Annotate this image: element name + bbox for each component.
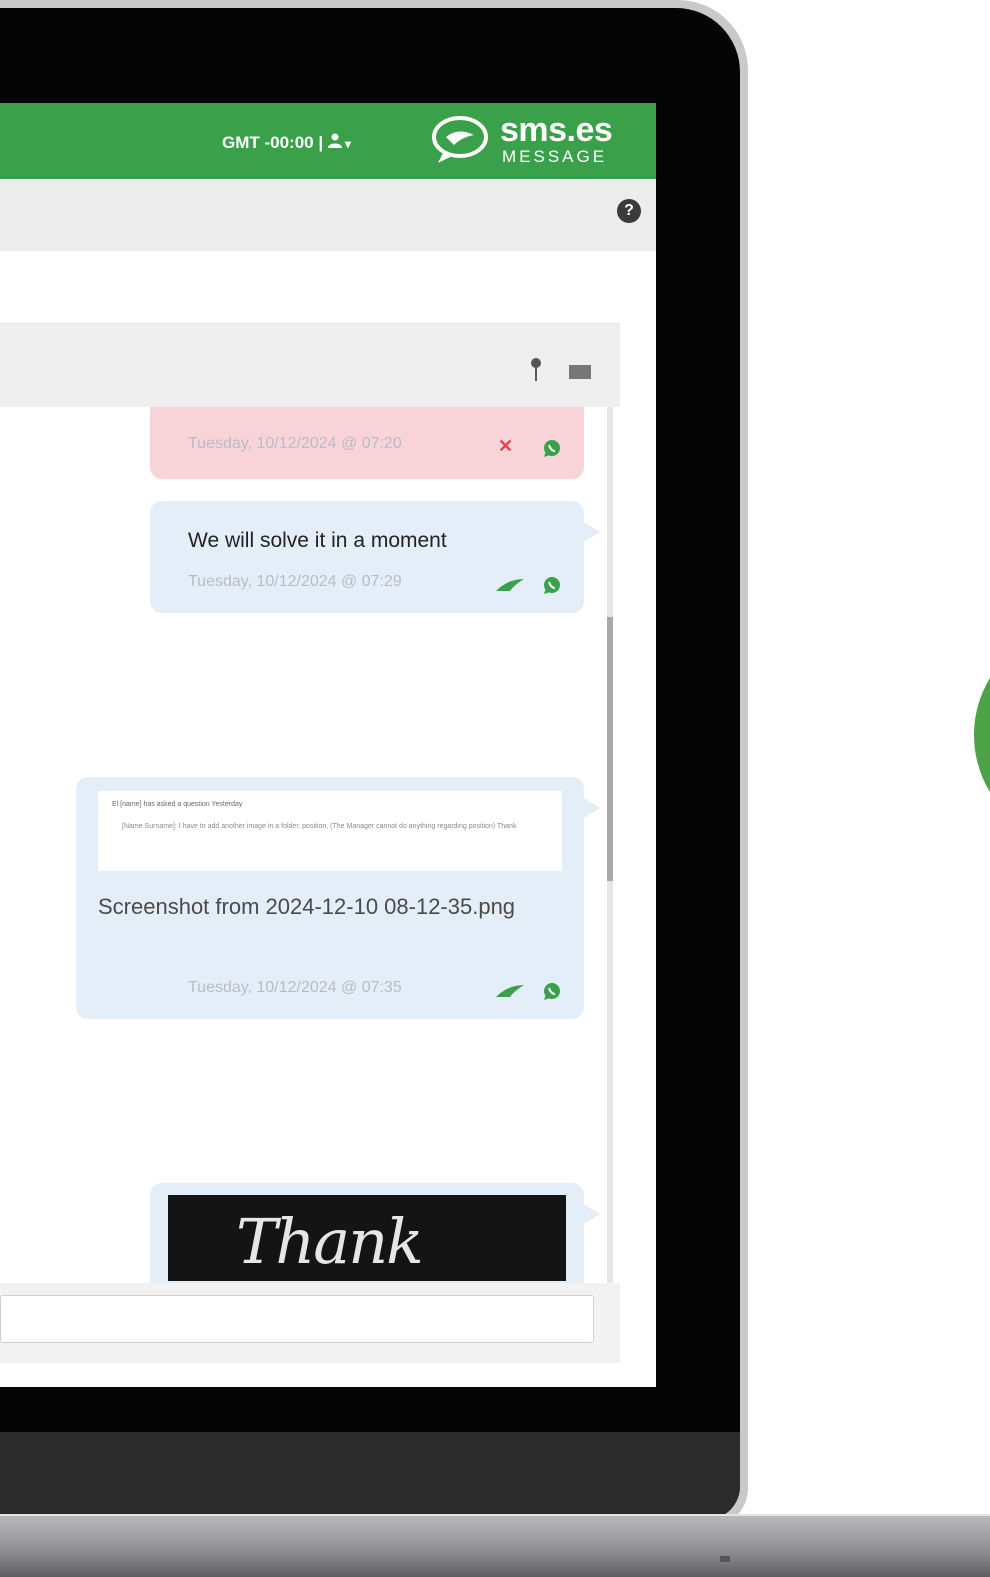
timezone-user-menu[interactable]: GMT -00:00 | ▾ [222,133,351,153]
app-screen: EN▾ GMT -00:00 | ▾ sms.es MESSAGE ? [0,103,656,1387]
logo-text: sms.es [500,111,613,149]
chat-bubble-logo-icon [432,116,488,163]
conversation-header [0,323,620,407]
double-check-icon [496,985,524,997]
laptop-base [0,1516,990,1577]
message-timestamp: Tuesday, 10/12/2024 @ 07:20 [188,435,402,452]
brand-logo: sms.es MESSAGE [430,109,640,171]
whatsapp-icon [544,440,560,457]
pin-icon[interactable] [528,357,544,383]
bubble-tail [582,1203,600,1225]
attachment-preview[interactable]: El [name] has asked a question Yesterday… [98,791,562,871]
whatsapp-icon [544,577,560,594]
double-check-icon [496,579,524,591]
preview-line: [Name Surname]: I have to add another im… [122,823,517,830]
laptop-notch [720,1556,730,1562]
logo-subtext: MESSAGE [502,147,608,166]
toolbar [0,179,656,251]
user-icon [327,133,342,152]
bubble-tail [582,521,600,543]
chevron-down-icon: ▾ [344,137,351,151]
laptop-mockup: EN▾ GMT -00:00 | ▾ sms.es MESSAGE ? [0,0,990,1577]
attachment-filename[interactable]: Screenshot from 2024-12-10 08-12-35.png [98,889,518,925]
preview-line: El [name] has asked a question Yesterday [112,801,243,808]
message-timestamp: Tuesday, 10/12/2024 @ 07:29 [188,573,402,590]
close-icon: ✕ [498,436,514,456]
timezone-label: GMT -00:00 | [222,133,324,152]
help-icon[interactable]: ? [617,199,641,223]
image-attachment[interactable]: Thank [168,1195,566,1281]
laptop-chin [0,1432,740,1520]
message-bubble-sent[interactable] [150,501,584,613]
scrollbar-thumb[interactable] [607,617,613,881]
message-timestamp: Tuesday, 10/12/2024 @ 07:35 [188,979,402,996]
message-input[interactable] [0,1295,594,1343]
bubble-tail [582,797,600,819]
decorative-green-circle [974,625,990,845]
message-text: We will solve it in a moment [188,529,447,552]
image-text: Thank [236,1205,424,1278]
whatsapp-icon [544,983,560,1000]
menu-icon[interactable] [569,365,591,379]
